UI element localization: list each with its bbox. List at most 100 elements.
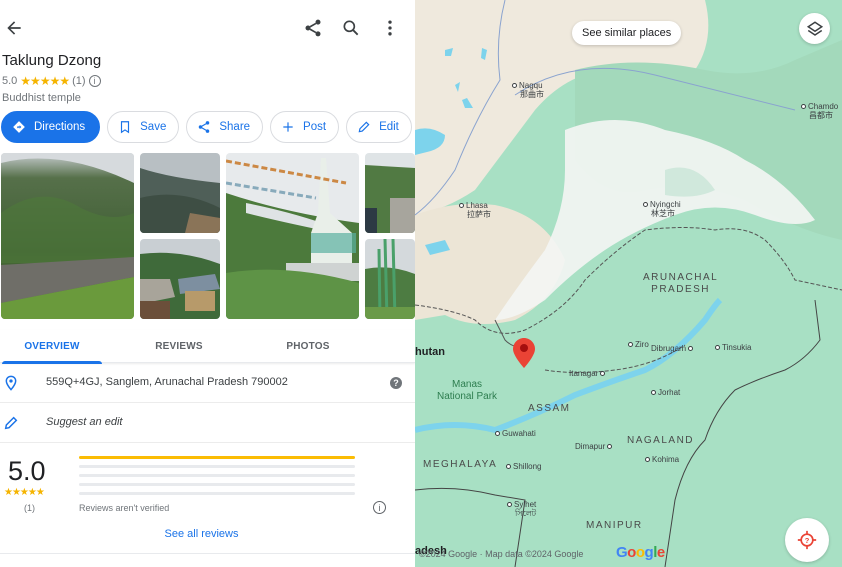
- layers-button[interactable]: [799, 13, 830, 44]
- share-icon: [305, 19, 321, 37]
- share-label: Share: [219, 121, 251, 133]
- directions-label: Directions: [34, 121, 86, 133]
- map-label-guwahati: Guwahati: [495, 429, 536, 438]
- more-options-button[interactable]: [376, 14, 404, 42]
- rating-value: 5.0: [2, 75, 18, 87]
- map-terrain: [415, 0, 842, 567]
- rating-bar-1-star: [79, 492, 355, 495]
- svg-text:?: ?: [805, 536, 810, 545]
- photo-flags[interactable]: [365, 239, 415, 319]
- average-stars: ★★★★★: [4, 487, 45, 498]
- map-label-nagqu: Nagqu 那曲市: [512, 81, 544, 99]
- photo-image: [140, 153, 220, 233]
- tab-bar: OVERVIEW REVIEWS PHOTOS: [0, 330, 415, 364]
- tab-photos[interactable]: PHOTOS: [258, 330, 358, 363]
- rating-bar-5-star: [79, 456, 355, 459]
- arrow-back-icon: [7, 21, 21, 35]
- map-label-bhutan: hutan: [415, 346, 445, 358]
- map-label-kohima: Kohima: [645, 455, 679, 464]
- plus-icon: [283, 122, 293, 132]
- map-label-jorhat: Jorhat: [651, 388, 680, 397]
- map-pin-icon: [513, 338, 535, 368]
- place-title: Taklung Dzong: [2, 52, 102, 69]
- photo-image: [140, 239, 220, 319]
- photo-stupa[interactable]: [226, 153, 359, 319]
- layers-icon: [806, 20, 823, 36]
- pencil-icon: [4, 416, 18, 430]
- rating-bar-3-star: [79, 474, 355, 477]
- map-label-arunachal: ARUNACHAL PRADESH: [643, 272, 719, 295]
- directions-icon: [13, 121, 25, 133]
- edit-label: Edit: [379, 121, 399, 133]
- rating-row: 5.0 ★★★★★ (1) i: [2, 74, 101, 88]
- google-logo: Google: [616, 544, 665, 561]
- edit-button[interactable]: Edit: [346, 111, 412, 143]
- map-label-dimapur: Dimapur: [575, 442, 614, 451]
- photo-houses[interactable]: [140, 239, 220, 319]
- review-count[interactable]: (1): [72, 75, 85, 87]
- map-label-nagaland: NAGALAND: [627, 435, 695, 446]
- bookmark-icon: [121, 121, 130, 134]
- reviews-count: (1): [24, 503, 35, 513]
- map-label-manas-park: Manas National Park: [437, 379, 498, 402]
- help-icon[interactable]: ?: [390, 377, 402, 389]
- map-label-tinsukia: Tinsukia: [715, 343, 752, 352]
- share-button[interactable]: Share: [186, 111, 264, 143]
- photo-valley[interactable]: [140, 153, 220, 233]
- map-label-manipur: MANIPUR: [586, 520, 643, 531]
- map-label-shillong: Shillong: [506, 462, 541, 471]
- pencil-icon: [358, 121, 370, 133]
- maps-place-view: Taklung Dzong 5.0 ★★★★★ (1) i Buddhist t…: [0, 0, 842, 567]
- photo-image: [365, 239, 415, 319]
- map-view[interactable]: Nagqu 那曲市 Chamdo 昌都市 Lhasa 拉萨市 Nyingchi 林芝市 …: [415, 0, 842, 567]
- average-rating: 5.0: [8, 456, 46, 486]
- rating-bar-4-star: [79, 465, 355, 468]
- more-vert-icon: [388, 20, 392, 36]
- action-buttons: Directions Save Share Post Edit: [1, 111, 412, 143]
- top-bar: [0, 12, 415, 44]
- see-similar-places-button[interactable]: See similar places: [572, 21, 682, 45]
- share-icon: [199, 121, 210, 133]
- rating-bar-2-star: [79, 483, 355, 486]
- info-icon[interactable]: i: [88, 75, 101, 87]
- map-label-dibrugarh: Dibrugarh: [651, 344, 695, 353]
- see-all-reviews-link[interactable]: See all reviews: [0, 528, 403, 540]
- map-label-itanagar: Itanagar: [569, 369, 607, 378]
- unverified-note: Reviews aren't verified: [79, 503, 170, 513]
- map-label-assam: ASSAM: [528, 403, 571, 414]
- search-button[interactable]: [337, 14, 365, 42]
- map-label-meghalaya: MEGHALAYA: [423, 459, 498, 470]
- place-category[interactable]: Buddhist temple: [2, 92, 81, 104]
- address-row[interactable]: 559Q+4GJ, Sanglem, Arunachal Pradesh 790…: [0, 363, 415, 403]
- location-unknown-icon: ?: [797, 530, 817, 550]
- rating-bar-fill: [79, 456, 355, 459]
- place-marker[interactable]: [513, 338, 535, 368]
- photo-image: [365, 153, 415, 233]
- post-label: Post: [303, 121, 327, 133]
- photo-stone-wall[interactable]: [1, 153, 134, 319]
- map-label-nyingchi: Nyingchi 林芝市: [643, 200, 681, 218]
- info-icon[interactable]: i: [373, 501, 386, 514]
- photo-image: [1, 153, 134, 319]
- directions-button[interactable]: Directions: [1, 111, 101, 143]
- photo-image: [226, 153, 359, 319]
- place-panel: Taklung Dzong 5.0 ★★★★★ (1) i Buddhist t…: [0, 0, 415, 567]
- map-label-ziro: Ziro: [628, 340, 649, 349]
- my-location-button[interactable]: ?: [785, 518, 829, 562]
- search-icon: [343, 20, 359, 36]
- tab-overview[interactable]: OVERVIEW: [2, 330, 102, 364]
- location-pin-icon: [5, 375, 17, 391]
- tab-reviews[interactable]: REVIEWS: [129, 330, 229, 363]
- rating-stars: ★★★★★: [20, 74, 70, 88]
- map-label-lhasa: Lhasa 拉萨市: [459, 201, 491, 219]
- suggest-edit-text: Suggest an edit: [46, 416, 123, 428]
- suggest-edit-row[interactable]: Suggest an edit: [0, 403, 415, 443]
- photo-person[interactable]: [365, 153, 415, 233]
- map-attribution[interactable]: ©2024 Google · Map data ©2024 Google: [419, 549, 583, 559]
- save-button[interactable]: Save: [107, 111, 180, 143]
- address-text: 559Q+4GJ, Sanglem, Arunachal Pradesh 790…: [46, 376, 288, 388]
- post-button[interactable]: Post: [270, 111, 340, 143]
- reviews-summary: 5.0 ★★★★★ (1) Reviews aren't verified i …: [0, 443, 415, 554]
- share-top-button[interactable]: [299, 14, 327, 42]
- back-button[interactable]: [0, 14, 28, 42]
